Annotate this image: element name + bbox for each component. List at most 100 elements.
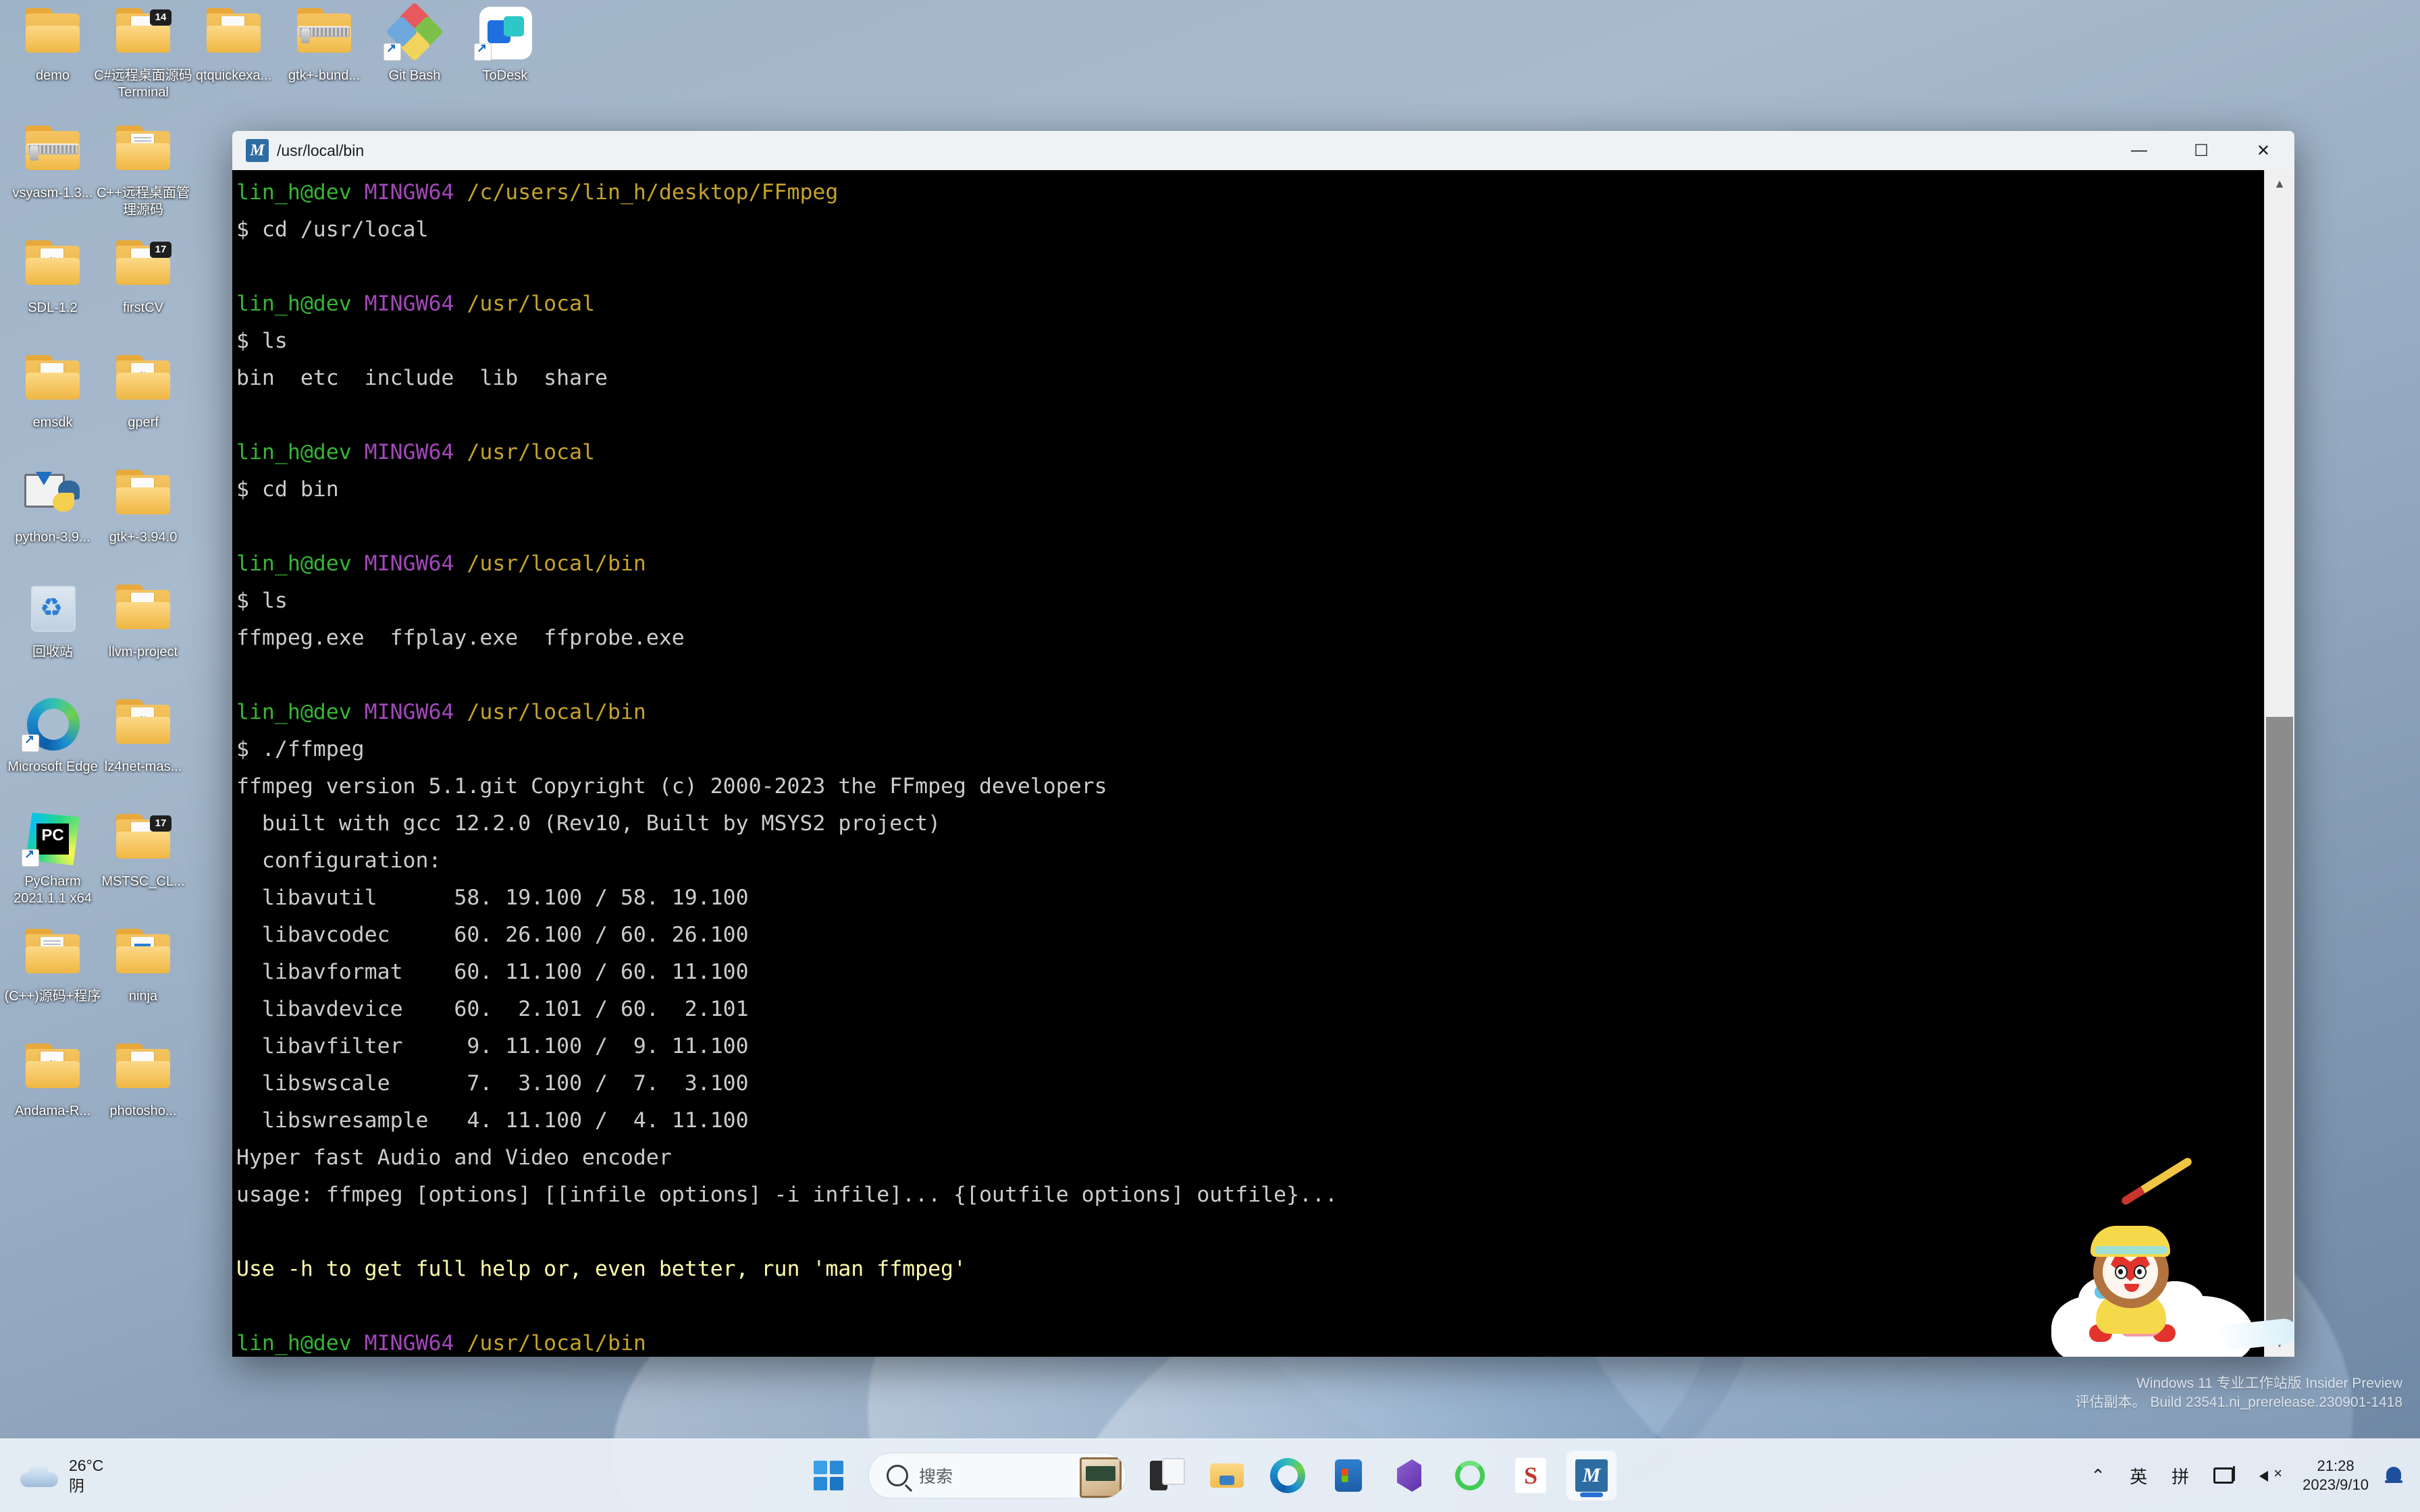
window-controls: — ☐ ✕ [2108,131,2294,170]
desktop-icon-10[interactable]: 17 firstCV [90,236,196,317]
scrollbar-down-arrow-icon[interactable]: ▼ [2265,1330,2294,1357]
taskbar[interactable]: 26°C 阴 搜索 S M ⌃ 英 拼 × 21:28 2023/9/10 [0,1438,2420,1512]
folder-icon: 14 [116,8,172,53]
taskbar-item-visual-studio[interactable] [1384,1451,1434,1501]
desktop-icon-label: 回收站 [32,645,73,659]
notification-bell-icon[interactable] [2385,1465,2402,1486]
windows-logo-icon [814,1461,843,1490]
desktop-icon-4[interactable]: gtk+-bund... [271,4,377,84]
taskbar-item-task-view[interactable] [1141,1451,1191,1501]
desktop-icon-22[interactable]: ninja [90,925,196,1005]
desktop-icon-glyph: 14 [111,4,176,62]
desktop-icon-8[interactable]: C++远程桌面管理源码 [90,122,196,219]
desktop-icon-2[interactable]: 14 C#远程桌面源码Terminal [90,4,196,101]
terminal-prompt-line: lin_h@dev MINGW64 /usr/local/bin [236,1331,646,1355]
desktop-icon-15[interactable]: 回收站 [0,580,105,661]
desktop-icon-20[interactable]: 17 MSTSC_CL... [90,810,196,890]
terminal-output-line: ffmpeg.exe ffplay.exe ffprobe.exe [236,626,685,650]
terminal-prompt-line: lin_h@dev MINGW64 /usr/local/bin [236,551,646,576]
start-button[interactable] [804,1451,853,1501]
desktop-icon-label: Microsoft Edge [7,759,98,774]
desktop-icon-19[interactable]: PyCharm 2021.1.1 x64 [0,810,105,907]
terminal-output-line: configuration: [236,848,442,873]
microsoft-store-icon [1331,1458,1366,1493]
visual-studio-icon [1392,1458,1427,1493]
desktop-icon-label: gtk+-3.94.0 [109,530,178,545]
folder-icon [26,1044,80,1088]
desktop-icon-5[interactable]: Git Bash [362,1,467,84]
desktop-icon-glyph [20,236,85,294]
folder-icon [116,699,170,744]
search-input[interactable]: 搜索 [868,1453,1126,1498]
taskbar-item-microsoft-store[interactable] [1323,1451,1373,1501]
terminal-scrollbar[interactable]: ▲ ▼ [2264,170,2294,1357]
terminal-body[interactable]: lin_h@dev MINGW64 /c/users/lin_h/desktop… [232,170,2294,1357]
desktop-icon-label: emsdk [32,415,73,430]
desktop-icon-1[interactable]: demo [0,4,105,84]
desktop-icon-23[interactable]: Andama-R... [0,1040,105,1120]
desktop-icon-9[interactable]: SDL-1.2 [0,236,105,317]
desktop-icon-glyph [111,925,176,983]
desktop-icon-glyph [201,4,266,62]
folder-icon [26,240,80,285]
desktop-icon-glyph [20,351,85,409]
taskbar-item-msys2[interactable]: M [1567,1451,1616,1501]
taskbar-item-qt-creator[interactable] [1445,1451,1495,1501]
desktop-icon-3[interactable]: qtquickexa... [181,4,286,84]
folder-icon [26,8,80,53]
ime-mode-indicator[interactable]: 拼 [2172,1463,2189,1488]
folder-icon: 17 [116,240,172,285]
desktop-icon-label: Andama-R... [14,1104,91,1118]
desktop-icon-label: demo [35,68,70,83]
clock-date: 2023/9/10 [2303,1476,2369,1493]
desktop-icon-glyph: 17 [111,810,176,868]
terminal-command-line: $ ls [236,329,288,353]
desktop-icon-18[interactable]: lz4net-mas... [90,695,196,776]
folder-icon [116,470,170,514]
network-icon[interactable] [2213,1466,2236,1485]
terminal-output-line: built with gcc 12.2.0 (Rev10, Built by M… [236,811,941,836]
taskbar-item-sublime[interactable] [1506,1451,1556,1501]
desktop-icon-glyph [382,1,447,62]
desktop-icon-label: C#远程桌面源码Terminal [94,68,192,100]
tray-chevron-up-icon[interactable]: ⌃ [2090,1465,2105,1486]
taskbar-item-file-explorer[interactable] [1202,1451,1252,1501]
terminal-output-line: libavformat 60. 11.100 / 60. 11.100 [236,960,749,984]
clock[interactable]: 21:28 2023/9/10 [2303,1457,2369,1494]
mintty-terminal-window[interactable]: M /usr/local/bin — ☐ ✕ lin_h@dev MINGW64… [232,131,2294,1357]
desktop-icon-13[interactable]: python-3.9... [0,466,105,546]
desktop-icon-label: PyCharm 2021.1.1 x64 [14,874,92,906]
sublime-icon [1515,1458,1546,1493]
desktop-icon-21[interactable]: (C++)源码+程序 [0,925,105,1005]
desktop-icon-17[interactable]: Microsoft Edge [0,695,105,776]
desktop-icon-24[interactable]: photosho... [90,1040,196,1120]
taskbar-item-microsoft-edge[interactable] [1263,1451,1313,1501]
taskbar-weather-widget[interactable]: 26°C 阴 [20,1455,189,1496]
terminal-titlebar[interactable]: M /usr/local/bin — ☐ ✕ [232,131,2294,170]
desktop-icon-14[interactable]: gtk+-3.94.0 [90,466,196,546]
desktop-icon-16[interactable]: llvm-project [90,580,196,661]
folder-icon [297,8,351,53]
scrollbar-thumb[interactable] [2266,717,2293,1330]
maximize-button[interactable]: ☐ [2170,131,2232,170]
desktop-icon-7[interactable]: vsyasm-1.3... [0,122,105,202]
desktop-icon-glyph [111,580,176,639]
terminal-output[interactable]: lin_h@dev MINGW64 /c/users/lin_h/desktop… [232,170,2264,1357]
folder-icon [116,355,170,400]
folder-icon [207,8,261,53]
close-button[interactable]: ✕ [2232,131,2294,170]
desktop-icon-12[interactable]: gperf [90,351,196,431]
desktop-icon-grid: demo 14 C#远程桌面源码Terminal qtquickexa... gtk+-… [0,0,532,1377]
desktop-icon-6[interactable]: ToDesk [452,4,558,84]
desktop-icon-label: python-3.9... [15,530,90,545]
desktop-icon-11[interactable]: emsdk [0,351,105,431]
minimize-button[interactable]: — [2108,131,2170,170]
terminal-output-line: libswscale 7. 3.100 / 7. 3.100 [236,1071,749,1096]
volume-muted-icon[interactable] [2259,1465,2282,1485]
ime-language-indicator[interactable]: 英 [2130,1463,2147,1488]
scrollbar-up-arrow-icon[interactable]: ▲ [2265,170,2294,197]
desktop-icon-glyph: 17 [111,236,176,294]
terminal-output-line: libavutil 58. 19.100 / 58. 19.100 [236,886,749,910]
